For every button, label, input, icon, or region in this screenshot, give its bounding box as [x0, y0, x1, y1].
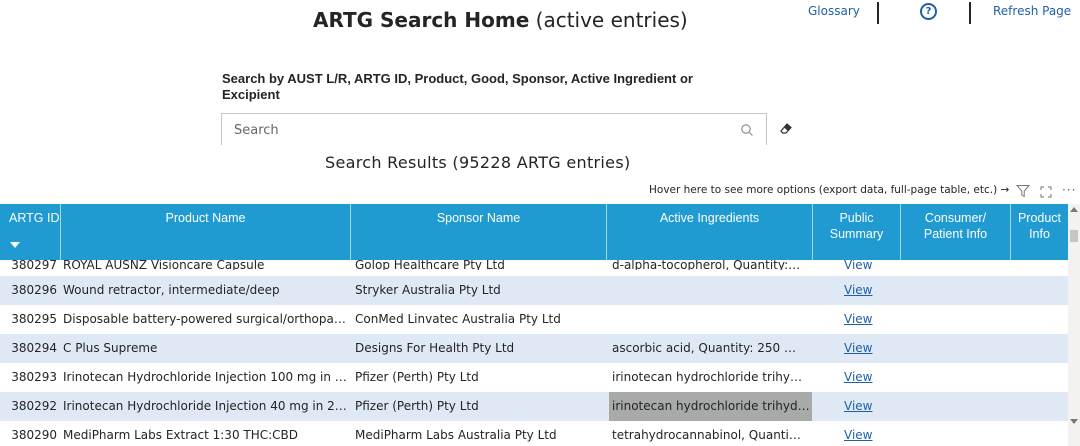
cell-active-ingredients: ascorbic acid, Quantity: 250 mg/... — [612, 341, 802, 355]
refresh-page-link[interactable]: Refresh Page — [993, 4, 1071, 18]
column-header-artg-id[interactable]: ARTG ID — [0, 204, 60, 260]
search-icon[interactable] — [740, 123, 754, 137]
column-header-sponsor-name[interactable]: Sponsor Name — [350, 204, 606, 260]
link-divider — [969, 2, 971, 24]
cell-sponsor-name: Golop Healthcare Pty Ltd — [355, 260, 505, 270]
glossary-link[interactable]: Glossary — [808, 4, 860, 18]
column-header-product-info[interactable]: Product Info — [1010, 204, 1068, 260]
scroll-up-icon[interactable] — [1070, 207, 1078, 212]
table-row[interactable]: 380297 ROYAL AUSNZ Visioncare Capsule Go… — [0, 260, 1068, 270]
table-row[interactable]: 380296 Wound retractor, intermediate/dee… — [0, 276, 1068, 305]
focus-mode-icon[interactable] — [1040, 186, 1052, 198]
cell-sponsor-name: MediPharm Labs Australia Pty Ltd — [355, 428, 557, 442]
table-row[interactable]: 380294 C Plus Supreme Designs For Health… — [0, 334, 1068, 363]
table-row[interactable]: 380293 Irinotecan Hydrochloride Injectio… — [0, 363, 1068, 392]
cell-artg-id: 380292 — [11, 399, 57, 413]
results-table: ARTG ID Product Name Sponsor Name Active… — [0, 204, 1068, 446]
cell-active-ingredients: d-alpha-tocopherol, Quantity: 0.... — [612, 260, 802, 270]
cell-active-ingredients — [612, 276, 802, 305]
results-title: Search Results (95228 ARTG entries) — [325, 153, 631, 172]
scroll-thumb[interactable] — [1070, 230, 1078, 242]
cell-sponsor-name: Stryker Australia Pty Ltd — [355, 283, 501, 297]
cell-product-name: MediPharm Labs Extract 1:30 THC:CBD — [63, 428, 299, 442]
scroll-down-icon[interactable] — [1070, 419, 1078, 424]
cell-sponsor-name: Pfizer (Perth) Pty Ltd — [355, 399, 479, 413]
cell-product-name: Irinotecan Hydrochloride Injection 40 mg… — [63, 399, 348, 413]
filter-icon[interactable] — [1016, 184, 1030, 198]
cell-active-ingredients: tetrahydrocannabinol, Quantity: ... — [612, 428, 802, 442]
cell-artg-id: 380295 — [11, 312, 57, 326]
help-icon[interactable]: ? — [920, 3, 937, 20]
public-summary-link[interactable]: View — [844, 363, 874, 392]
column-header-active-ingredients[interactable]: Active Ingredients — [606, 204, 812, 260]
table-scrollbar[interactable] — [1068, 204, 1080, 446]
public-summary-link[interactable]: View — [844, 260, 874, 270]
column-header-public-summary[interactable]: Public Summary — [812, 204, 900, 260]
search-label: Search by AUST L/R, ARTG ID, Product, Go… — [222, 71, 742, 103]
cell-artg-id: 380297 — [11, 260, 57, 270]
cell-sponsor-name: Designs For Health Pty Ltd — [355, 341, 515, 355]
public-summary-link[interactable]: View — [844, 421, 874, 446]
search-label-line: Excipient — [222, 87, 280, 102]
table-header: ARTG ID Product Name Sponsor Name Active… — [0, 204, 1068, 260]
public-summary-link[interactable]: View — [844, 392, 874, 421]
table-row[interactable]: 380292 Irinotecan Hydrochloride Injectio… — [0, 392, 1068, 421]
cell-active-ingredients — [612, 305, 802, 334]
link-divider — [877, 2, 879, 24]
cell-sponsor-name: ConMed Linvatec Australia Pty Ltd — [355, 312, 561, 326]
public-summary-link[interactable]: View — [844, 305, 874, 334]
search-label-line: Search by AUST L/R, ARTG ID, Product, Go… — [222, 71, 693, 86]
cell-product-name: C Plus Supreme — [63, 341, 158, 355]
cell-product-name: Wound retractor, intermediate/deep — [63, 283, 280, 297]
cell-artg-id: 380294 — [11, 341, 57, 355]
search-input[interactable] — [232, 122, 716, 139]
cell-product-name: Irinotecan Hydrochloride Injection 100 m… — [63, 370, 348, 384]
hover-options-hint[interactable]: Hover here to see more options (export d… — [649, 184, 1009, 196]
table-row[interactable]: 380290 MediPharm Labs Extract 1:30 THC:C… — [0, 421, 1068, 446]
column-header-product-name[interactable]: Product Name — [60, 204, 350, 260]
top-links: Glossary ? Refresh Page — [0, 2, 1080, 30]
cell-product-name: Disposable battery-powered surgical/orth… — [63, 312, 348, 326]
cell-artg-id: 380296 — [11, 283, 57, 297]
more-options-icon[interactable]: ··· — [1062, 183, 1076, 197]
cell-sponsor-name: Pfizer (Perth) Pty Ltd — [355, 370, 479, 384]
public-summary-link[interactable]: View — [844, 276, 874, 305]
cell-active-ingredients: irinotecan hydrochloride trihydra... — [612, 370, 802, 384]
cell-active-ingredients-selected[interactable]: irinotecan hydrochloride trihydra... — [609, 392, 812, 421]
cell-artg-id: 380293 — [11, 370, 57, 384]
column-header-consumer-info[interactable]: Consumer/Patient Info — [900, 204, 1010, 260]
cell-product-name: ROYAL AUSNZ Visioncare Capsule — [63, 260, 265, 270]
table-row[interactable]: 380295 Disposable battery-powered surgic… — [0, 305, 1068, 334]
eraser-icon[interactable] — [779, 121, 793, 135]
search-box[interactable] — [221, 113, 767, 145]
public-summary-link[interactable]: View — [844, 334, 874, 363]
sort-desc-icon[interactable] — [10, 242, 20, 248]
cell-artg-id: 380290 — [11, 428, 57, 442]
